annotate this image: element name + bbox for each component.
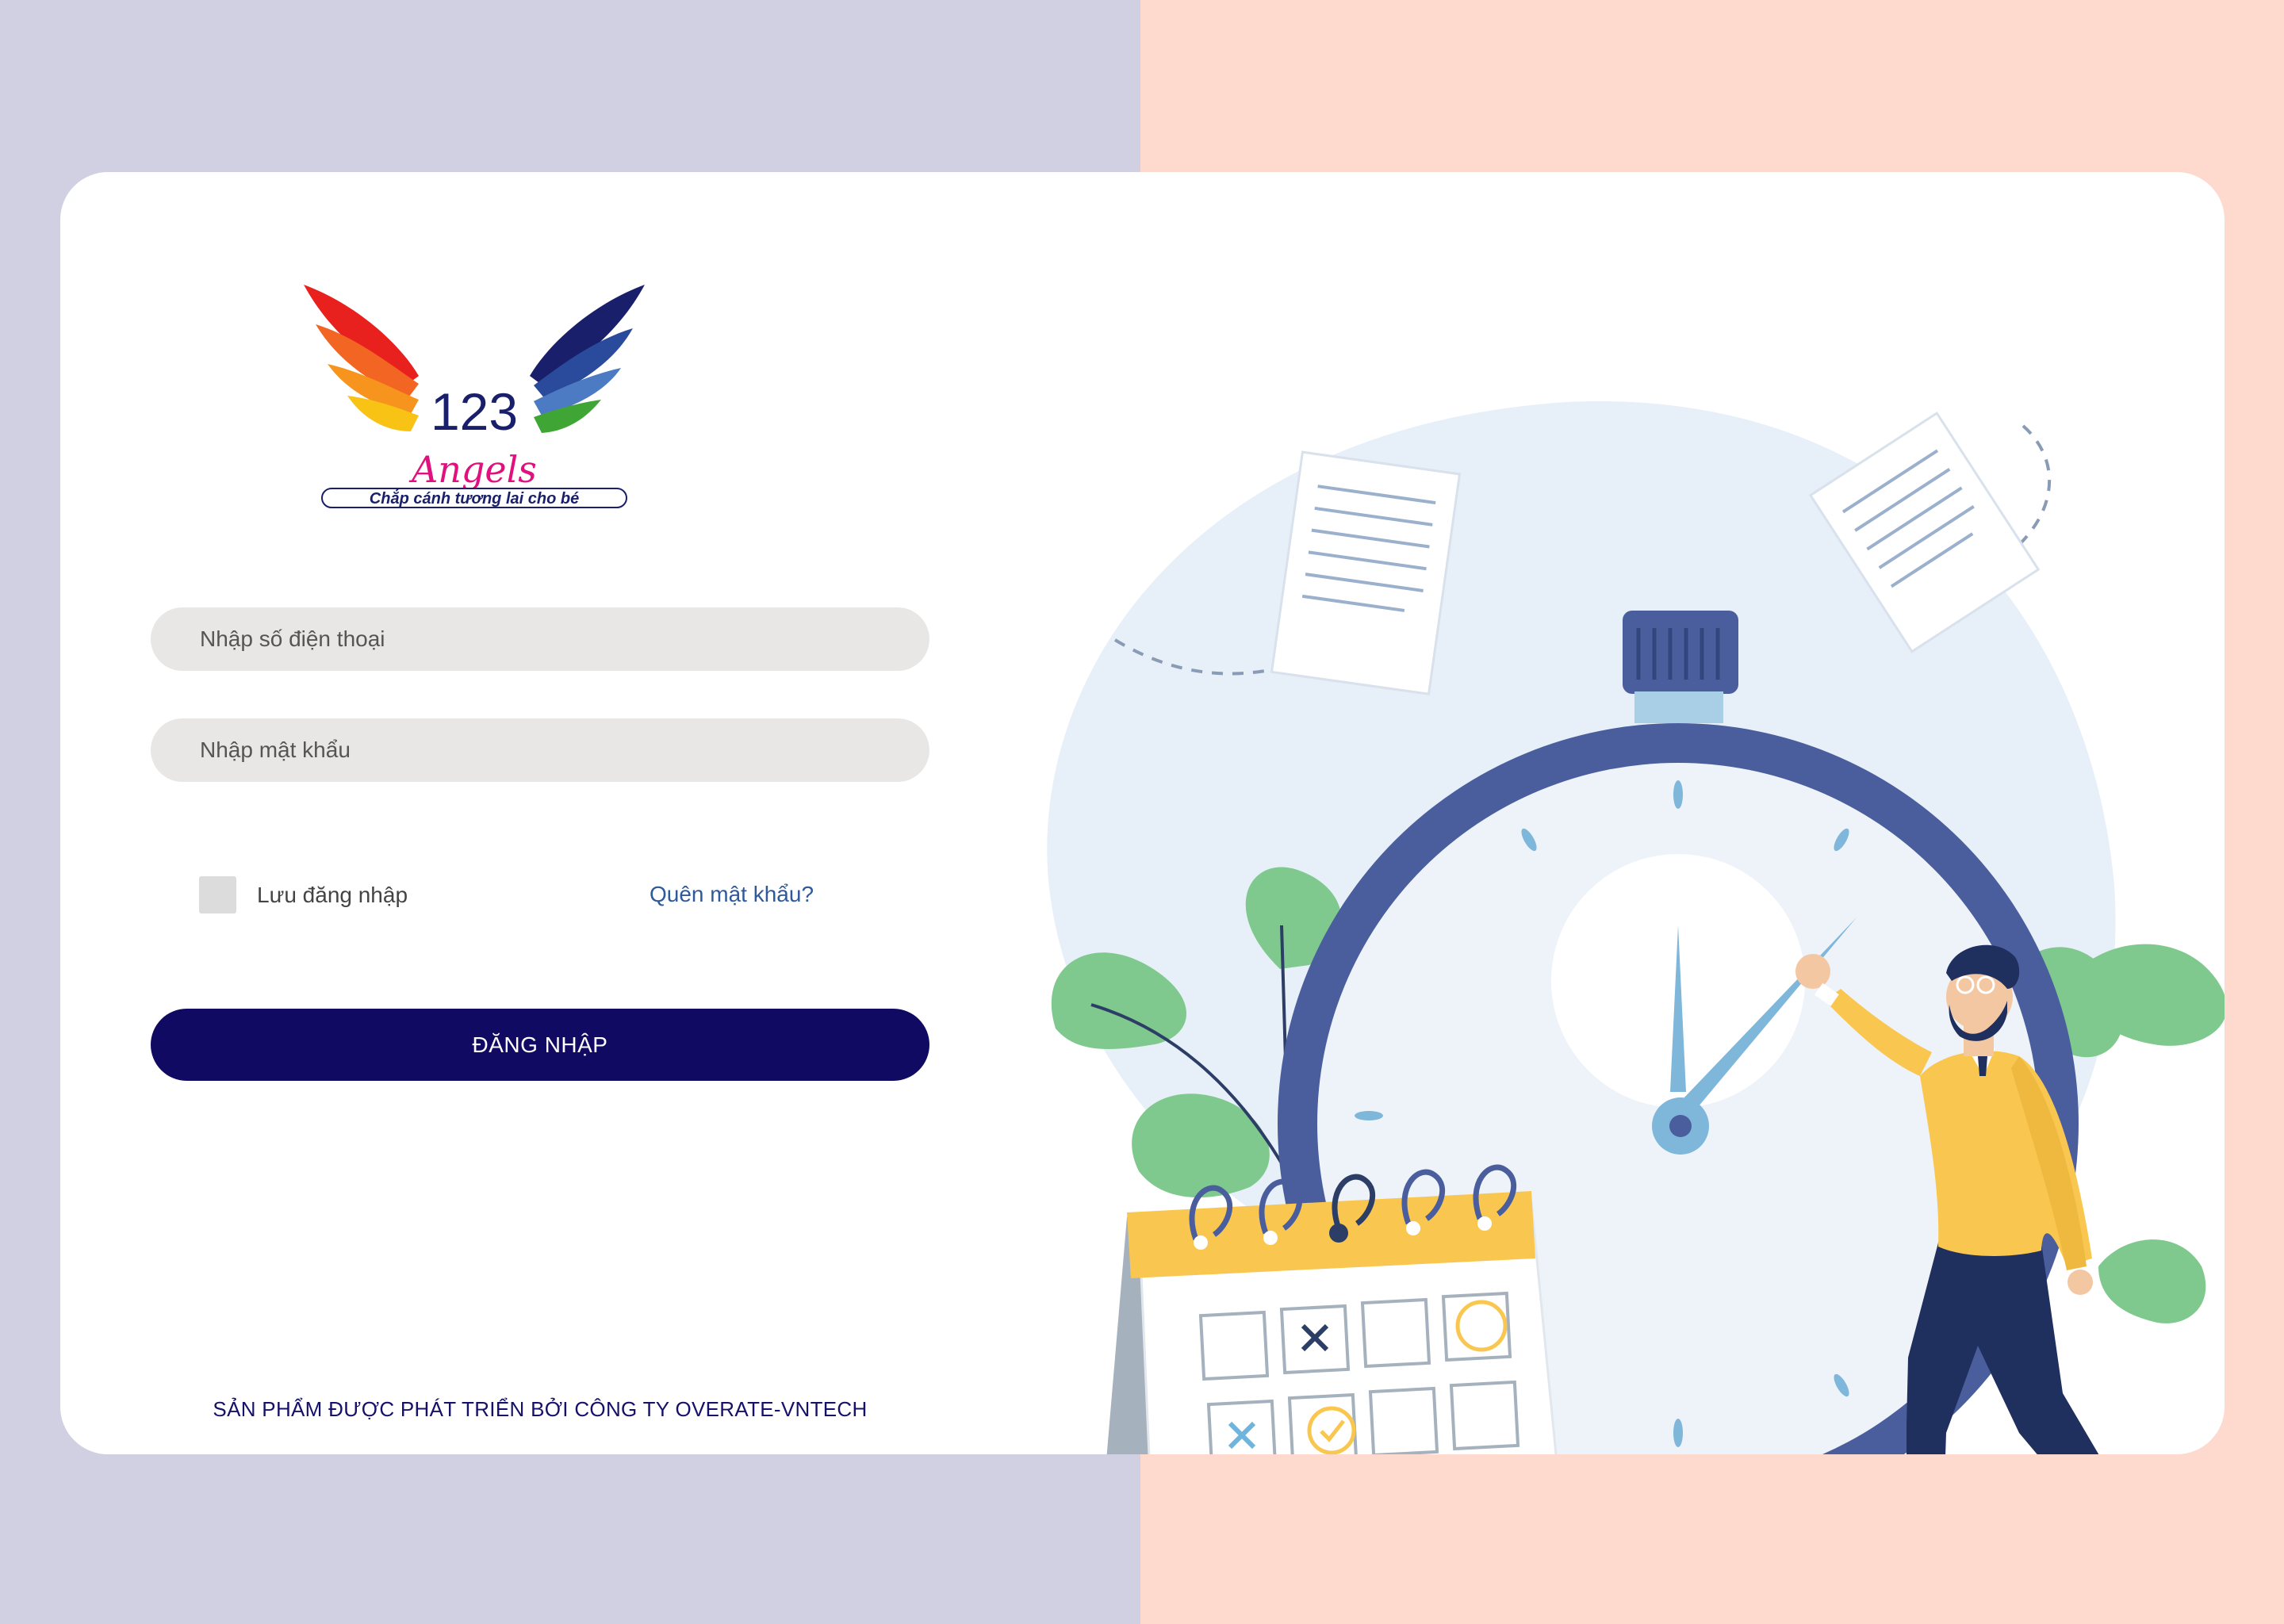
logo: 123 Angels Chắp cánh tương lai cho bé <box>304 285 645 508</box>
stopwatch-calendar-illustration <box>1047 401 2225 1454</box>
forgot-password-link[interactable]: Quên mật khẩu? <box>650 882 814 907</box>
logo-tagline: Chắp cánh tương lai cho bé <box>370 489 579 508</box>
remember-checkbox[interactable] <box>199 876 236 914</box>
password-input[interactable] <box>151 718 929 782</box>
remember-login[interactable]: Lưu đăng nhập <box>199 876 408 914</box>
remember-label: Lưu đăng nhập <box>257 882 408 907</box>
logo-number: 123 <box>431 382 518 441</box>
footer-credit: SẢN PHẨM ĐƯỢC PHÁT TRIỂN BỞI CÔNG TY OVE… <box>213 1397 868 1421</box>
login-button[interactable]: ĐĂNG NHẬP <box>151 1009 929 1081</box>
logo-name: Angels <box>408 448 537 491</box>
phone-input[interactable] <box>151 607 929 671</box>
login-card: 123 Angels Chắp cánh tương lai cho bé Lư… <box>60 172 2225 1454</box>
